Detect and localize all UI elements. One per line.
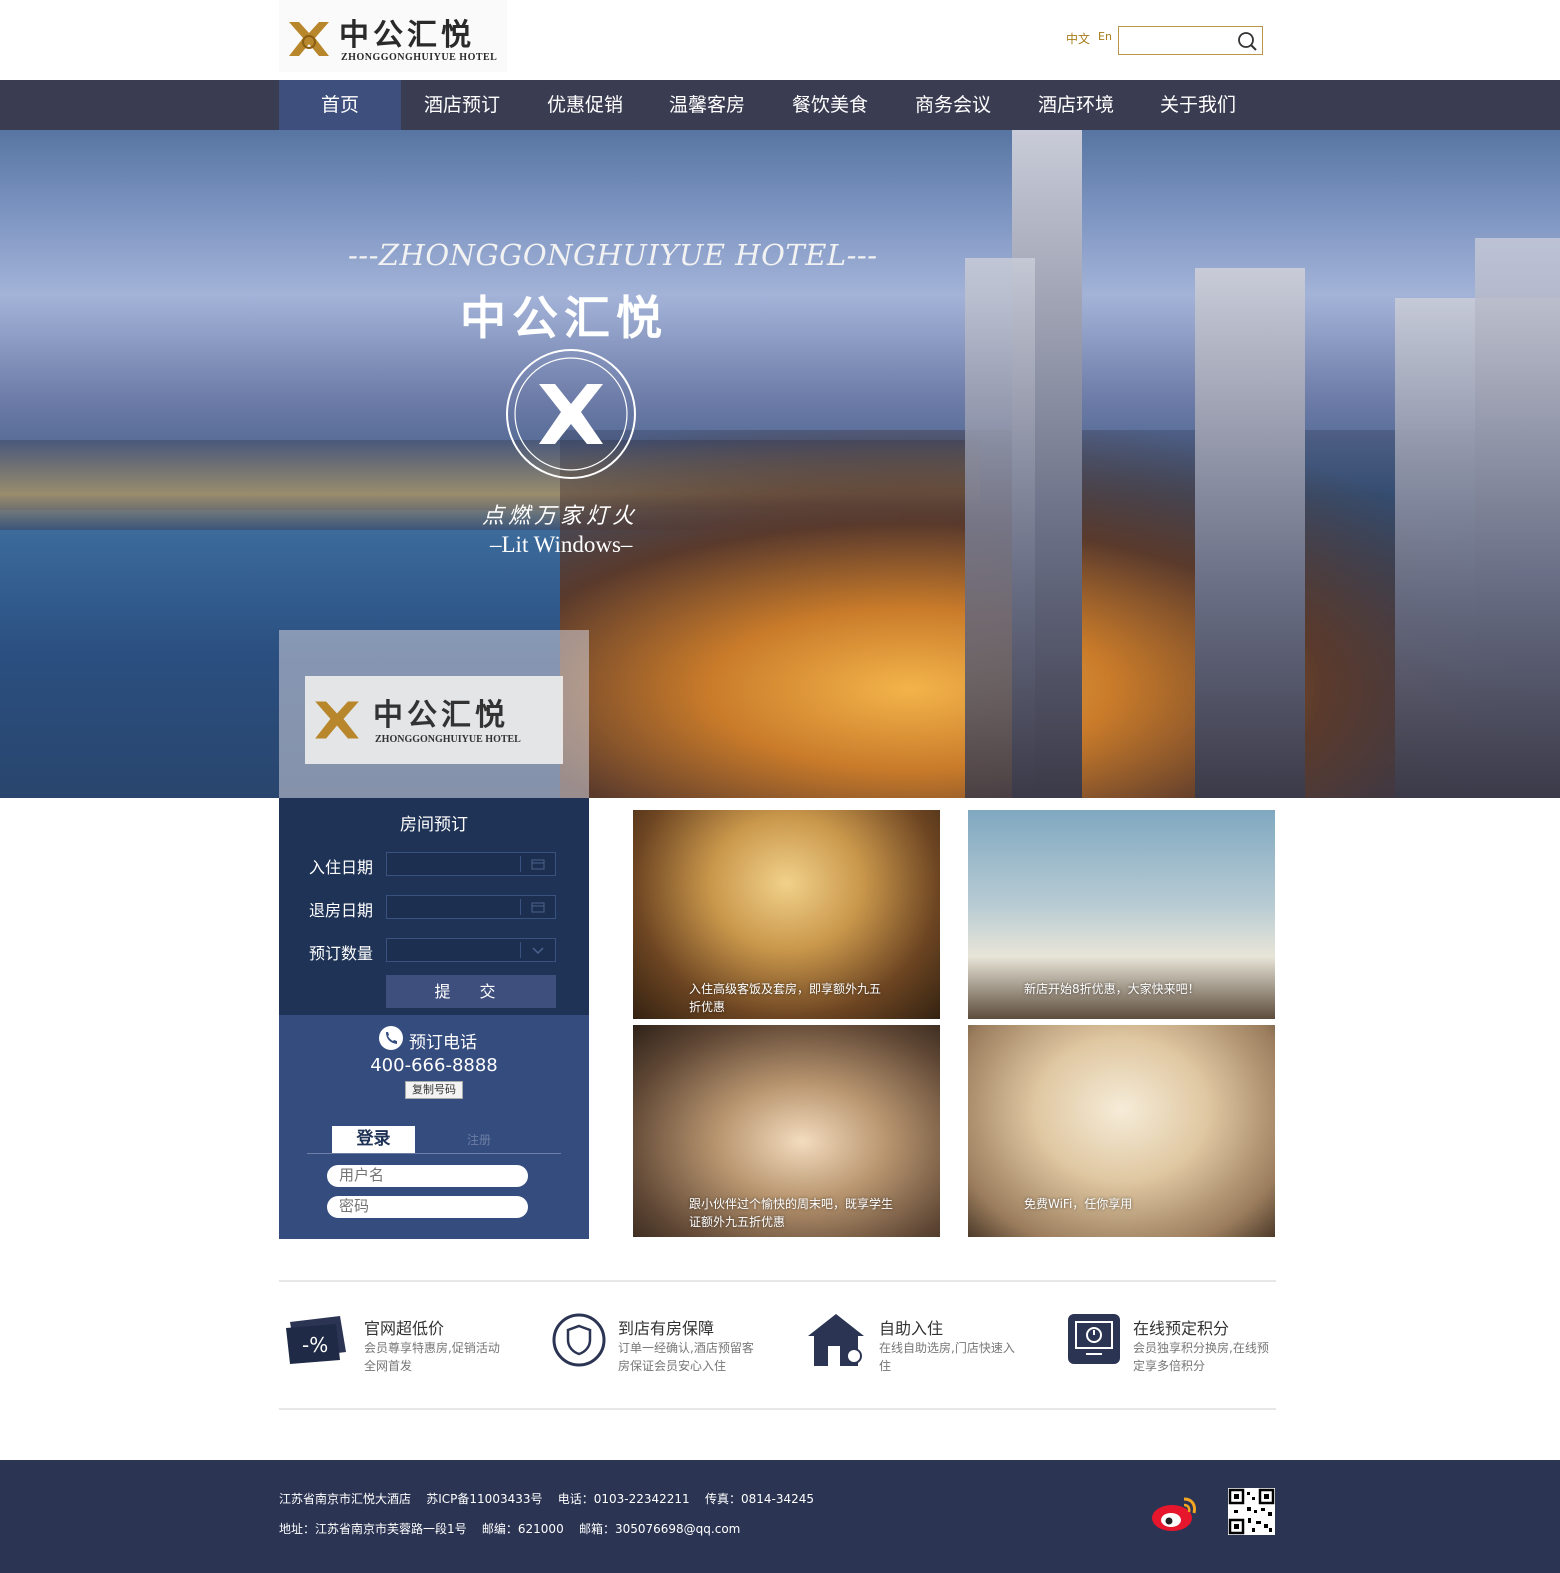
main-nav: 首页 酒店预订 优惠促销 温馨客房 餐饮美食 商务会议 酒店环境 关于我们 xyxy=(0,80,1560,130)
search-icon[interactable] xyxy=(1236,30,1258,52)
feature-desc-line: 定享多倍积分 xyxy=(1133,1359,1206,1373)
checkin-date-field[interactable] xyxy=(386,852,556,876)
feature-desc-line: 在线自助选房,门店快速入 xyxy=(879,1341,1015,1355)
panel-logo-text-cn: 中公汇悦 xyxy=(373,698,509,733)
calendar-icon[interactable] xyxy=(531,858,545,870)
quantity-select[interactable] xyxy=(386,938,556,962)
nav-item-rooms[interactable]: 温馨客房 xyxy=(646,80,768,130)
feature-desc-line: 住 xyxy=(879,1359,892,1373)
gallery-item-suite[interactable]: 入住高级客饭及套房，即享额外九五折优惠 xyxy=(633,810,940,1019)
gallery-item-sofa[interactable]: 新店开始8折优惠，大家快来吧！ xyxy=(968,810,1275,1019)
feature-desc-line: 会员独享积分换房,在线预 xyxy=(1133,1341,1269,1355)
house-key-icon xyxy=(808,1314,864,1366)
feature-self-checkin: 自助入住 在线自助选房,门店快速入 住 xyxy=(806,1310,1046,1380)
submit-button[interactable]: 提 交 xyxy=(386,975,556,1008)
divider xyxy=(279,1408,1276,1410)
feature-desc-line: 全网首发 xyxy=(364,1359,413,1373)
phone-label: 预订电话 xyxy=(409,1033,477,1053)
gallery-caption: 新店开始8折优惠，大家快来吧！ xyxy=(1024,982,1200,996)
footer-info-line: 江苏省南京市汇悦大酒店 苏ICP备11003433号 电话：0103-22342… xyxy=(279,1492,814,1506)
feature-title: 自助入住 xyxy=(879,1319,944,1338)
checkin-label: 入住日期 xyxy=(309,858,374,877)
feature-low-price: -% 官网超低价 会员尊享特惠房,促销活动 全网首发 xyxy=(284,1310,524,1380)
logo-mark-icon xyxy=(315,701,359,739)
hero-tower xyxy=(965,258,1035,798)
footer-address-line: 地址：江苏省南京市芙蓉路一段1号 邮编：621000 邮箱：305076698@… xyxy=(279,1522,741,1536)
hero-logo-card: 中公汇悦 ZHONGGONGHUIYUE HOTEL xyxy=(305,676,563,764)
nav-item-promotions[interactable]: 优惠促销 xyxy=(524,80,646,130)
divider xyxy=(279,1280,1276,1282)
gallery-item-lounge[interactable]: 跟小伙伴过个愉快的周末吧，既享学生证额外九五折优惠 xyxy=(633,1025,940,1237)
gallery-item-bedroom[interactable]: 免费WiFi，任你享用 xyxy=(968,1025,1275,1237)
shield-icon xyxy=(552,1313,606,1367)
panel-logo-text-en: ZHONGGONGHUIYUE HOTEL xyxy=(375,734,521,745)
logo-mark-icon xyxy=(289,22,329,56)
feature-desc-line: 房保证会员安心入住 xyxy=(618,1359,727,1373)
feature-title: 在线预定积分 xyxy=(1133,1319,1230,1338)
feature-desc: 在线自助选房,门店快速入 住 xyxy=(879,1339,1015,1375)
logo-text-cn: 中公汇悦 xyxy=(339,18,475,53)
svg-text:-%: -% xyxy=(302,1333,328,1357)
feature-desc-line: 订单一经确认,酒店预留客 xyxy=(618,1341,754,1355)
username-input[interactable] xyxy=(327,1165,528,1187)
feature-desc-line: 会员尊享特惠房,促销活动 xyxy=(364,1341,500,1355)
calendar-icon[interactable] xyxy=(531,901,545,913)
field-divider xyxy=(520,899,521,915)
quantity-label: 预订数量 xyxy=(309,944,374,963)
checkout-date-field[interactable] xyxy=(386,895,556,919)
discount-ticket-icon: -% xyxy=(286,1316,346,1364)
nav-item-booking[interactable]: 酒店预订 xyxy=(401,80,523,130)
hero-slogan-en: ---ZHONGGONGHUIYUE HOTEL--- xyxy=(348,238,878,272)
feature-points: 在线预定积分 会员独享积分换房,在线预 定享多倍积分 xyxy=(1068,1310,1308,1380)
lang-english-link[interactable]: En xyxy=(1098,30,1112,43)
tab-divider xyxy=(307,1153,561,1154)
phone-icon xyxy=(379,1026,403,1050)
gallery-caption: 跟小伙伴过个愉快的周末吧，既享学生证额外九五折优惠 xyxy=(689,1197,894,1229)
footer: 江苏省南京市汇悦大酒店 苏ICP备11003433号 电话：0103-22342… xyxy=(0,1460,1560,1573)
logo-text-en: ZHONGGONGHUIYUE HOTEL xyxy=(341,52,498,63)
nav-item-about[interactable]: 关于我们 xyxy=(1137,80,1259,130)
tab-register[interactable]: 注册 xyxy=(467,1131,491,1148)
hero-tagline-en: –Lit Windows– xyxy=(490,532,633,557)
header: 中公汇悦 ZHONGGONGHUIYUE HOTEL 中文 En xyxy=(0,0,1560,80)
lang-chinese-link[interactable]: 中文 xyxy=(1066,30,1090,47)
nav-item-meetings[interactable]: 商务会议 xyxy=(892,80,1014,130)
tab-login[interactable]: 登录 xyxy=(332,1126,415,1153)
monitor-clock-icon xyxy=(1068,1314,1120,1364)
gallery-caption: 免费WiFi，任你享用 xyxy=(1024,1197,1133,1211)
feature-title: 官网超低价 xyxy=(364,1319,445,1338)
feature-desc: 会员独享积分换房,在线预 定享多倍积分 xyxy=(1133,1339,1269,1375)
hero-tagline-cn: 点燃万家灯火 xyxy=(482,504,639,529)
booking-panel: 房间预订 入住日期 退房日期 预订数量 提 交 xyxy=(279,798,589,1015)
booking-title: 房间预订 xyxy=(400,815,468,835)
gallery-caption: 入住高级客饭及套房，即享额外九五折优惠 xyxy=(689,982,882,1014)
nav-item-dining[interactable]: 餐饮美食 xyxy=(769,80,891,130)
search-input[interactable] xyxy=(1121,29,1231,52)
feature-title: 到店有房保障 xyxy=(618,1319,715,1338)
chevron-down-icon[interactable] xyxy=(531,944,545,956)
password-input[interactable] xyxy=(327,1196,528,1218)
hero-tower xyxy=(1475,238,1560,798)
feature-desc: 会员尊享特惠房,促销活动 全网首发 xyxy=(364,1339,500,1375)
feature-desc: 订单一经确认,酒店预留客 房保证会员安心入住 xyxy=(618,1339,754,1375)
hero-banner: ---ZHONGGONGHUIYUE HOTEL--- 中公汇悦 点燃万家灯火 … xyxy=(0,80,1560,798)
hero-logo-panel: 中公汇悦 ZHONGGONGHUIYUE HOTEL xyxy=(279,630,589,798)
phone-login-panel: 预订电话 400-666-8888 复制号码 登录 注册 xyxy=(279,1015,589,1239)
nav-item-environment[interactable]: 酒店环境 xyxy=(1015,80,1137,130)
hero-tower xyxy=(1195,268,1305,798)
hero-logo-seal-icon xyxy=(506,349,636,479)
copy-number-button[interactable]: 复制号码 xyxy=(405,1081,463,1099)
hero-slogan-cn: 中公汇悦 xyxy=(460,291,668,345)
feature-room-guarantee: 到店有房保障 订单一经确认,酒店预留客 房保证会员安心入住 xyxy=(552,1310,792,1380)
qr-code-icon xyxy=(1228,1488,1275,1535)
phone-number: 400-666-8888 xyxy=(370,1055,498,1076)
checkout-label: 退房日期 xyxy=(309,901,374,920)
field-divider xyxy=(520,856,521,872)
weibo-icon[interactable] xyxy=(1150,1493,1200,1533)
site-logo[interactable]: 中公汇悦 ZHONGGONGHUIYUE HOTEL xyxy=(279,0,507,72)
search-box xyxy=(1118,26,1263,55)
field-divider xyxy=(520,942,521,958)
nav-item-home[interactable]: 首页 xyxy=(279,80,401,130)
